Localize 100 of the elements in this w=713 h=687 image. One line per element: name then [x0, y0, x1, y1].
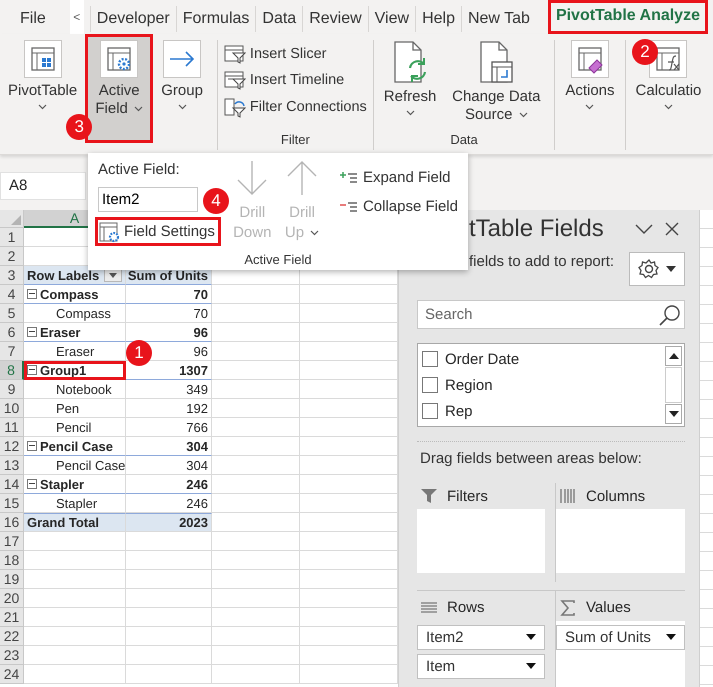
row-number[interactable]: 10 — [0, 399, 24, 418]
row-number[interactable]: 23 — [0, 646, 24, 665]
drop-area[interactable]: Item2 Item — [417, 620, 545, 687]
scroll-left-button[interactable]: < — [70, 0, 84, 34]
row-label[interactable]: Eraser — [24, 342, 126, 361]
row-number[interactable]: 5 — [0, 304, 24, 323]
row-number[interactable]: 1 — [0, 228, 24, 247]
grid-cell[interactable] — [126, 551, 212, 570]
row-label-cell[interactable]: Pencil Case — [24, 437, 126, 456]
grid-cell[interactable] — [212, 627, 300, 646]
row-label[interactable]: Pencil — [24, 418, 126, 437]
field-name[interactable]: Rep — [445, 402, 473, 420]
ribbon-tab[interactable]: View — [368, 6, 416, 32]
row-label-cell[interactable]: Stapler — [24, 475, 126, 494]
grid-cell[interactable] — [212, 551, 300, 570]
table-cell[interactable]: 1307 — [179, 362, 208, 378]
row-label[interactable]: Pencil Case — [24, 456, 126, 475]
table-cell[interactable]: 70 — [194, 286, 208, 302]
grid-cell[interactable] — [212, 342, 300, 361]
fold-button[interactable]: Expand Field — [338, 169, 458, 186]
scroll-up-button[interactable] — [665, 346, 682, 366]
table-cell[interactable]: 349 — [186, 382, 208, 396]
grid-cell[interactable] — [212, 437, 300, 456]
collapse-toggle-icon[interactable] — [27, 365, 37, 375]
grid-cell[interactable] — [126, 532, 212, 551]
field-settings-button[interactable]: Field Settings — [95, 217, 221, 246]
grid-cell[interactable] — [24, 627, 126, 646]
settings-button[interactable] — [629, 252, 685, 286]
row-number[interactable]: 22 — [0, 627, 24, 646]
row-number[interactable]: 3 — [0, 266, 24, 285]
grid-cell[interactable] — [212, 323, 300, 342]
search-field[interactable]: Search — [417, 300, 685, 329]
grid-cell[interactable] — [212, 532, 300, 551]
ribbon-button[interactable]: Filter Connections — [224, 96, 367, 118]
ribbon-tab[interactable]: Review — [302, 6, 368, 32]
grid-cell[interactable] — [24, 532, 126, 551]
collapse-toggle-icon[interactable] — [27, 479, 37, 489]
ribbon-button[interactable]: Insert Timeline — [224, 70, 344, 90]
row-number[interactable]: 21 — [0, 608, 24, 627]
ribbon-tab[interactable]: Help — [415, 6, 461, 32]
table-cell[interactable]: 70 — [194, 306, 208, 320]
ribbon-button[interactable]: Change Data Source — [444, 40, 548, 124]
grid-cell[interactable] — [126, 570, 212, 589]
ribbon-tab[interactable]: New Tab — [460, 6, 536, 32]
grid-cell[interactable] — [212, 589, 300, 608]
row-label[interactable]: Pen — [24, 399, 126, 418]
row-number[interactable]: 7 — [0, 342, 24, 361]
collapse-toggle-icon[interactable] — [27, 441, 37, 451]
row-number[interactable]: 11 — [0, 418, 24, 437]
field-chip[interactable]: Item — [417, 654, 545, 678]
grid-cell[interactable] — [24, 665, 126, 684]
grid-cell[interactable] — [24, 646, 126, 665]
table-cell[interactable]: 246 — [186, 476, 208, 492]
row-number[interactable]: 8 — [0, 361, 24, 380]
row-number[interactable]: 20 — [0, 589, 24, 608]
grid-cell[interactable] — [126, 665, 212, 684]
checkbox[interactable] — [422, 377, 438, 393]
row-number[interactable]: 19 — [0, 570, 24, 589]
ribbon-tab[interactable]: File — [14, 6, 52, 32]
ribbon-button[interactable]: Group — [157, 34, 207, 143]
ribbon-tab[interactable]: Developer — [90, 6, 176, 32]
ribbon-tab[interactable]: Data — [255, 6, 302, 32]
row-label[interactable]: Notebook — [24, 380, 126, 399]
table-cell[interactable]: 246 — [186, 496, 208, 510]
row-label[interactable]: Compass — [24, 304, 126, 323]
ribbon-button[interactable]: Insert Slicer — [224, 44, 326, 64]
grid-cell[interactable] — [212, 513, 300, 532]
ribbon-tab[interactable]: Formulas — [176, 6, 256, 32]
field-name[interactable]: Region — [445, 376, 493, 394]
grid-cell[interactable] — [212, 399, 300, 418]
grid-cell[interactable] — [212, 304, 300, 323]
field-chip[interactable]: Item2 — [417, 624, 545, 650]
drop-area[interactable]: Sum of Units — [556, 620, 685, 687]
row-number[interactable]: 2 — [0, 247, 24, 266]
grid-cell[interactable] — [24, 608, 126, 627]
row-label-cell[interactable]: Group1 — [24, 361, 126, 380]
row-label[interactable]: Grand Total — [24, 513, 126, 532]
grid-cell[interactable] — [212, 285, 300, 304]
row-number[interactable]: 6 — [0, 323, 24, 342]
ribbon-button[interactable]: Refresh — [380, 40, 440, 116]
grid-cell[interactable] — [212, 475, 300, 494]
field-name[interactable]: Order Date — [445, 350, 520, 368]
row-label-cell[interactable]: Eraser — [24, 323, 126, 342]
collapse-toggle-icon[interactable] — [27, 289, 37, 299]
grid-cell[interactable] — [126, 627, 212, 646]
active-field-input[interactable]: Item2 — [98, 187, 198, 212]
table-cell[interactable]: 96 — [194, 324, 208, 340]
select-all-button[interactable] — [0, 210, 24, 228]
ribbon-tab[interactable]: PivotTable Analyze — [548, 0, 708, 34]
grid-cell[interactable] — [212, 361, 300, 380]
row-number[interactable]: 16 — [0, 513, 24, 532]
checkbox[interactable] — [422, 351, 438, 367]
grid-cell[interactable] — [24, 589, 126, 608]
row-number[interactable]: 24 — [0, 665, 24, 684]
grid-cell[interactable] — [24, 570, 126, 589]
checkbox[interactable] — [422, 403, 438, 419]
grid-cell[interactable] — [126, 589, 212, 608]
grid-cell[interactable] — [212, 418, 300, 437]
grid-cell[interactable] — [212, 646, 300, 665]
grid-cell[interactable] — [212, 665, 300, 684]
